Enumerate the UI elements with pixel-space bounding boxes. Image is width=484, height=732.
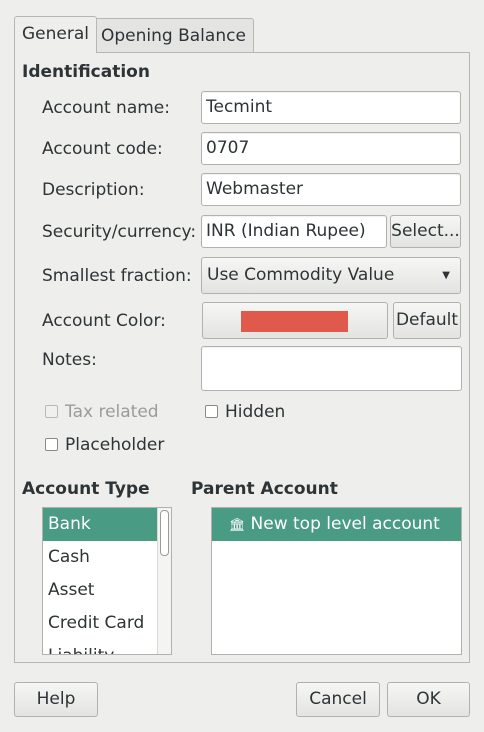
account-type-list[interactable]: Bank Cash Asset Credit Card Liability	[42, 507, 172, 655]
account-code-label: Account code:	[42, 139, 163, 159]
hidden-checkbox[interactable]	[205, 405, 218, 418]
notes-field[interactable]	[201, 346, 462, 391]
fraction-label: Smallest fraction:	[42, 266, 192, 286]
notes-label: Notes:	[42, 350, 97, 370]
identification-title: Identification	[22, 62, 150, 82]
hidden-label: Hidden	[225, 402, 286, 422]
description-field[interactable]: Webmaster	[201, 173, 461, 206]
tax-related-label: Tax related	[65, 402, 159, 422]
account-color-label: Account Color:	[42, 311, 166, 331]
currency-label: Security/currency:	[42, 222, 197, 242]
list-item[interactable]: Liability	[43, 640, 171, 654]
parent-account-title: Parent Account	[191, 479, 338, 499]
tax-related-checkbox[interactable]	[45, 405, 58, 418]
list-item[interactable]: Credit Card	[43, 607, 171, 640]
tree-row-label: New top level account	[250, 514, 440, 534]
dropdown-arrow-icon: ▼	[442, 270, 450, 281]
account-color-button[interactable]	[202, 302, 388, 339]
color-swatch	[241, 311, 348, 332]
ok-button[interactable]: OK	[387, 682, 470, 717]
bank-icon: 🏛	[229, 518, 246, 533]
placeholder-checkbox[interactable]	[45, 438, 58, 451]
tab-general[interactable]: General	[14, 16, 97, 53]
fraction-value: Use Commodity Value	[207, 265, 395, 285]
smallest-fraction-dropdown[interactable]: Use Commodity Value ▼	[201, 257, 461, 294]
help-button[interactable]: Help	[14, 682, 98, 717]
placeholder-label: Placeholder	[65, 435, 165, 455]
default-color-button[interactable]: Default	[393, 302, 461, 339]
general-panel: Identification Account name: Tecmint Acc…	[14, 52, 470, 663]
list-item[interactable]: Bank	[43, 508, 157, 541]
scrollbar-thumb[interactable]	[160, 510, 169, 556]
select-currency-button[interactable]: Select...	[390, 215, 461, 248]
list-item[interactable]: Cash	[43, 541, 171, 574]
cancel-button[interactable]: Cancel	[296, 682, 380, 717]
scrollbar-track[interactable]	[157, 508, 171, 654]
currency-field[interactable]: INR (Indian Rupee)	[201, 215, 387, 248]
account-code-field[interactable]: 0707	[201, 132, 461, 165]
account-type-title: Account Type	[22, 479, 150, 499]
tab-opening-balance[interactable]: Opening Balance	[93, 18, 254, 52]
account-name-label: Account name:	[42, 98, 170, 118]
description-label: Description:	[42, 180, 145, 200]
tree-row[interactable]: 🏛 New top level account	[212, 508, 461, 541]
list-item[interactable]: Asset	[43, 574, 171, 607]
parent-account-tree[interactable]: 🏛 New top level account	[211, 507, 462, 655]
account-name-field[interactable]: Tecmint	[201, 91, 461, 124]
